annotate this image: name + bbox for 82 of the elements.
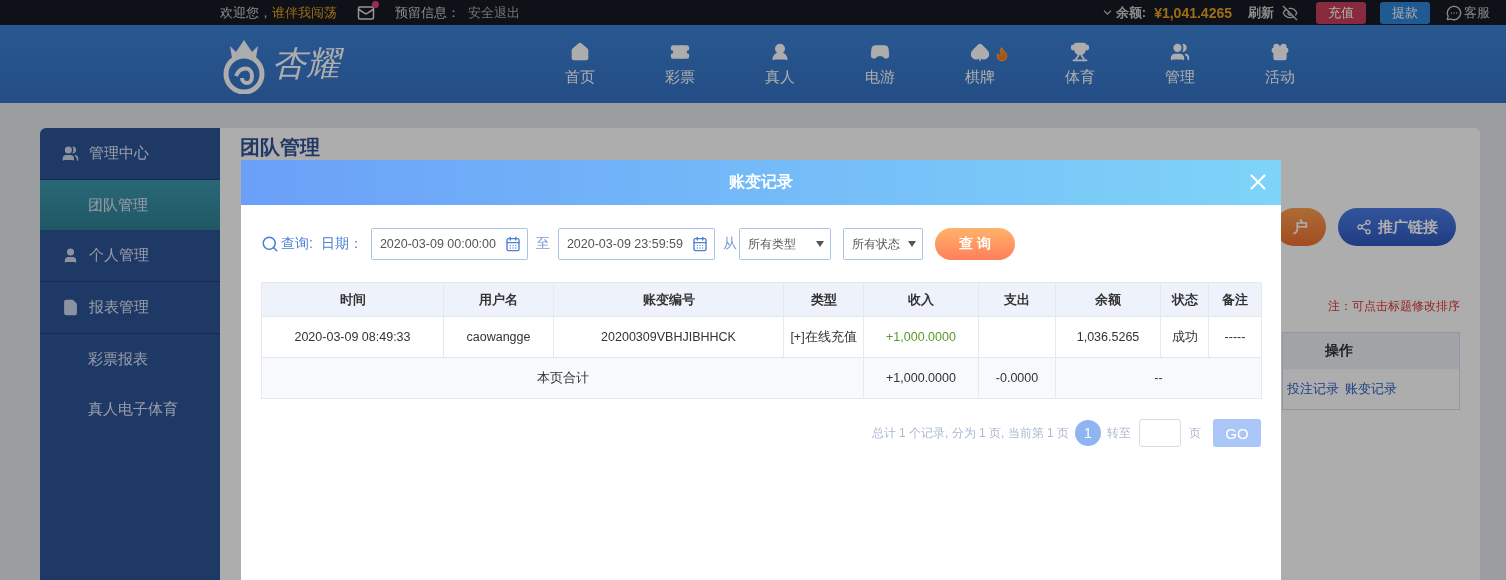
table-cell: ----- — [1208, 316, 1262, 358]
table-cell: caowangge — [443, 316, 554, 358]
page-unit-label: 页 — [1189, 424, 1201, 442]
dialog-title: 账变记录 — [729, 172, 793, 192]
page-input[interactable] — [1139, 419, 1181, 447]
deposit-button[interactable]: 充值 — [1316, 1, 1366, 24]
table-cell: 20200309VBHJIBHHCK — [553, 316, 784, 358]
sidebar-subitem[interactable]: 彩票报表 — [40, 334, 220, 384]
nav-item[interactable]: 体育 — [1030, 41, 1130, 87]
gift-icon — [1270, 41, 1290, 62]
search-icon — [261, 235, 279, 253]
table-header: 操作 — [1283, 333, 1459, 369]
trophy-icon — [1070, 41, 1090, 62]
page-title: 团队管理 — [240, 135, 321, 160]
column-header: 类型 — [783, 282, 864, 317]
column-header: 时间 — [261, 282, 444, 317]
person-icon — [62, 247, 79, 264]
balance-amount: ¥1,041.4265 — [1154, 4, 1232, 21]
table-cell: 成功 — [1160, 316, 1209, 358]
withdraw-button[interactable]: 提款 — [1380, 1, 1430, 24]
balance-label: 余额: — [1115, 3, 1147, 22]
spade-icon — [970, 41, 990, 62]
nav-item[interactable]: 电游 — [830, 41, 930, 87]
calendar-icon — [504, 236, 521, 252]
document-icon — [62, 299, 79, 316]
chat-icon[interactable] — [1446, 4, 1462, 21]
table-cell: +1,000.0000 — [863, 316, 979, 358]
column-header: 用户名 — [443, 282, 554, 317]
to-label: 至 — [535, 235, 550, 253]
mail-icon[interactable] — [357, 3, 375, 22]
nav-item[interactable]: 棋牌 — [930, 41, 1030, 87]
users-icon — [62, 145, 79, 162]
table-cell: [+]在线充值 — [783, 316, 864, 358]
refresh-link[interactable]: 刷新 — [1248, 3, 1274, 22]
start-date-field[interactable]: 2020-03-09 00:00:00 — [370, 228, 528, 260]
status-select[interactable]: 所有状态 — [842, 228, 923, 260]
home-icon — [570, 41, 590, 62]
type-select[interactable]: 所有类型 — [738, 228, 831, 260]
column-header: 备注 — [1208, 282, 1262, 317]
nav-item[interactable]: 管理 — [1130, 41, 1230, 87]
query-button[interactable]: 查 询 — [934, 228, 1015, 260]
column-header: 状态 — [1160, 282, 1209, 317]
reserved-info-label: 预留信息： — [395, 3, 460, 22]
sort-note: 注：可点击标题修改排序 — [1328, 298, 1460, 315]
column-header: 收入 — [863, 282, 979, 317]
column-header: 支出 — [978, 282, 1056, 317]
sidebar-subitem[interactable]: 真人电子体育 — [40, 384, 220, 434]
calendar-icon — [691, 236, 708, 252]
service-link[interactable]: 客服 — [1464, 3, 1490, 22]
users-icon — [1170, 41, 1190, 62]
table-cell: -0.0000 — [978, 357, 1056, 399]
promo-link-button[interactable]: 推广链接 — [1338, 208, 1456, 246]
table-cell: 1,036.5265 — [1055, 316, 1161, 358]
username-link[interactable]: 谁伴我闯荡 — [272, 3, 337, 22]
nav-item[interactable]: 首页 — [530, 41, 630, 87]
nav-item[interactable]: 真人 — [730, 41, 830, 87]
total-label-cell: 本页合计 — [261, 357, 864, 399]
table-cell: -- — [1055, 357, 1262, 399]
query-label: 查询: — [281, 235, 313, 253]
record-link[interactable]: 账变记录 — [1345, 380, 1397, 398]
welcome-text: 欢迎您， — [220, 3, 272, 22]
column-header: 余额 — [1055, 282, 1161, 317]
end-date-field[interactable]: 2020-03-09 23:59:59 — [557, 228, 715, 260]
caret-icon — [815, 241, 824, 247]
eye-off-icon[interactable] — [1282, 4, 1298, 21]
sidebar-subitem[interactable]: 团队管理 — [40, 180, 220, 230]
goto-label: 转至 — [1107, 424, 1131, 442]
table-cell: 2020-03-09 08:49:33 — [261, 316, 444, 358]
page-number[interactable]: 1 — [1075, 420, 1101, 446]
caret-icon — [907, 241, 916, 247]
from-label: 从 — [722, 235, 737, 253]
pagination-summary: 总计 1 个记录, 分为 1 页, 当前第 1 页 — [871, 424, 1069, 442]
person-icon — [770, 41, 790, 62]
nav-item[interactable]: 彩票 — [630, 41, 730, 87]
nav-item[interactable]: 活动 — [1230, 41, 1330, 87]
logout-link[interactable]: 安全退出 — [468, 3, 520, 22]
share-icon — [1356, 219, 1372, 235]
flame-icon — [994, 45, 1010, 62]
record-link[interactable]: 投注记录 — [1287, 380, 1339, 398]
column-header: 账变编号 — [553, 282, 784, 317]
date-label: 日期： — [320, 235, 363, 253]
table-cell: +1,000.0000 — [863, 357, 979, 399]
